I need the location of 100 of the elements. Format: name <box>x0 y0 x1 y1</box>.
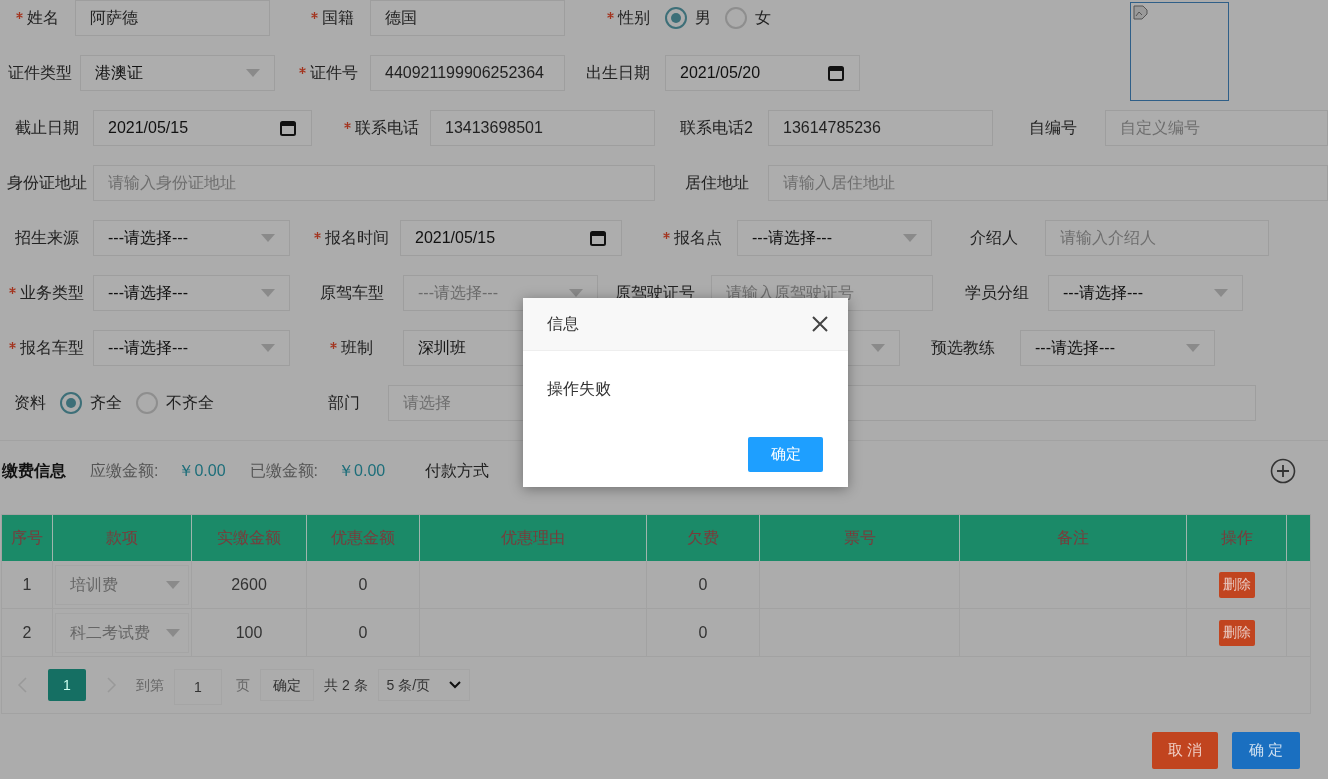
caret-icon <box>903 234 917 242</box>
caret-icon <box>166 580 180 589</box>
amount-value: ￥0.00 <box>178 461 226 481</box>
select-field[interactable]: ---请选择--- <box>1020 330 1215 366</box>
amount-label: 已缴金额: <box>249 461 319 481</box>
required-icon <box>16 12 23 19</box>
calendar-icon <box>279 119 297 137</box>
column-header: 欠费 <box>647 515 760 561</box>
field-label: 自编号 <box>1028 118 1077 138</box>
section-title: 缴费信息 <box>2 461 66 481</box>
select-field[interactable]: ---请选择--- <box>93 275 290 311</box>
column-header: 实缴金额 <box>192 515 307 561</box>
column-header: 款项 <box>53 515 192 561</box>
table-cell: 2 <box>2 609 53 656</box>
table-cell: 0 <box>647 609 760 656</box>
dialog-message: 操作失败 <box>547 379 612 399</box>
field-label: 招生来源 <box>14 228 79 248</box>
required-icon <box>311 12 318 19</box>
calendar-icon <box>827 64 845 82</box>
column-header: 优惠理由 <box>420 515 647 561</box>
table-cell: 0 <box>307 609 420 656</box>
required-icon <box>606 12 614 19</box>
date-field[interactable]: 2021/05/15 <box>93 110 312 146</box>
calendar-icon <box>589 229 607 247</box>
select-field[interactable]: ---请选择--- <box>93 220 290 256</box>
table-cell: 0 <box>647 561 760 608</box>
caret-icon <box>871 344 885 352</box>
field-label: 原驾车型 <box>319 283 384 303</box>
caret-icon <box>246 69 260 77</box>
text-field[interactable]: 阿萨德 <box>75 0 270 36</box>
dialog-title: 信息 <box>547 314 579 334</box>
field-label: 性别 <box>617 8 650 28</box>
required-icon <box>662 232 670 239</box>
close-icon[interactable] <box>812 316 828 332</box>
field-label: 出生日期 <box>585 63 650 83</box>
total-count: 共 2 条 <box>324 675 368 695</box>
field-label: 班制 <box>341 338 373 358</box>
field-label: 报名点 <box>673 228 722 248</box>
field-label: 学员分组 <box>964 283 1029 303</box>
ok-button[interactable]: 确 定 <box>1232 732 1300 769</box>
field-label: 身份证地址 <box>6 173 87 193</box>
page-label: 页 <box>236 675 250 695</box>
table-cell: 2600 <box>192 561 307 608</box>
chevron-down-icon <box>448 681 461 689</box>
caret-icon <box>261 234 275 242</box>
select-field[interactable]: ---请选择--- <box>93 330 290 366</box>
amount-value: ￥0.00 <box>338 461 386 481</box>
select-field[interactable]: ---请选择--- <box>1048 275 1243 311</box>
required-icon <box>344 122 351 129</box>
text-field[interactable]: 13614785236 <box>768 110 993 146</box>
field-label: 业务类型 <box>20 283 84 303</box>
caret-icon <box>1214 289 1228 297</box>
text-field[interactable]: 13413698501 <box>430 110 655 146</box>
caret-icon <box>166 628 180 637</box>
required-icon <box>314 232 321 239</box>
column-header: 备注 <box>960 515 1187 561</box>
field-label: 付款方式 <box>425 461 490 481</box>
page-button[interactable]: 1 <box>48 669 86 701</box>
page-input[interactable]: 1 <box>174 669 222 705</box>
field-label: 截止日期 <box>14 118 79 138</box>
amount-label: 应缴金额: <box>90 461 159 481</box>
field-label: 报名时间 <box>325 228 389 248</box>
field-label: 联系电话2 <box>680 118 753 138</box>
required-icon <box>299 67 306 74</box>
radio-option[interactable]: 男 <box>665 6 711 30</box>
caret-icon <box>1186 344 1200 352</box>
column-header: 优惠金额 <box>307 515 420 561</box>
required-icon <box>9 342 16 349</box>
page-label: 到第 <box>136 675 164 695</box>
caret-icon <box>261 289 275 297</box>
text-field[interactable]: 德国 <box>370 0 565 36</box>
radio-option[interactable]: 齐全 <box>60 391 122 415</box>
column-header: 票号 <box>760 515 960 561</box>
field-label: 预选教练 <box>930 338 995 358</box>
date-field[interactable]: 2021/05/20 <box>665 55 860 91</box>
cancel-button[interactable]: 取 消 <box>1152 732 1218 769</box>
radio-option[interactable]: 不齐全 <box>136 391 214 415</box>
column-header: 操作 <box>1187 515 1287 561</box>
go-button[interactable]: 确定 <box>260 669 314 701</box>
select-field[interactable]: ---请选择--- <box>737 220 932 256</box>
field-label: 联系电话 <box>355 118 419 138</box>
text-field[interactable]: 440921199906252364 <box>370 55 565 91</box>
field-label: 报名车型 <box>20 338 84 358</box>
page-size-select[interactable]: 5 条/页 <box>377 669 470 701</box>
broken-image-icon <box>1133 5 1149 21</box>
caret-icon <box>261 344 275 352</box>
required-icon <box>9 287 16 294</box>
field-label: 姓名 <box>27 8 59 28</box>
table-cell: 100 <box>192 609 307 656</box>
table-cell: 1 <box>2 561 53 608</box>
field-label: 证件类型 <box>8 63 72 83</box>
radio-option[interactable]: 女 <box>725 6 771 30</box>
add-icon[interactable] <box>1270 458 1296 484</box>
required-icon <box>330 342 337 349</box>
field-label: 证件号 <box>310 63 358 83</box>
table-cell: 0 <box>307 561 420 608</box>
field-label: 部门 <box>328 393 360 413</box>
field-label: 介绍人 <box>969 228 1018 248</box>
select-field[interactable]: 港澳证 <box>80 55 275 91</box>
date-field[interactable]: 2021/05/15 <box>400 220 622 256</box>
